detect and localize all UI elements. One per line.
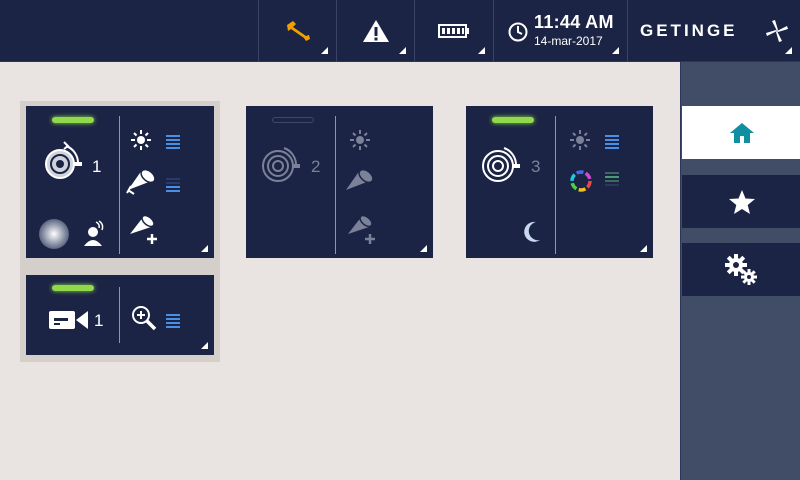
camera-card-1[interactable]: 1: [26, 275, 214, 355]
brightness-icon: [131, 130, 151, 150]
alarm-button[interactable]: [336, 0, 414, 62]
clock-icon: [508, 22, 528, 42]
brightness-level: [605, 135, 619, 151]
settings-button[interactable]: [682, 243, 800, 296]
brand-logo-text: GETINGE: [640, 21, 738, 40]
clock-button[interactable]: 11:44 AM 14-mar-2017: [493, 0, 627, 62]
spotlight-level: [166, 178, 180, 194]
battery-button[interactable]: [414, 0, 493, 62]
light-head-icon: [482, 147, 520, 182]
surgeon-icon: [84, 220, 104, 246]
light-card-1[interactable]: 1: [26, 106, 214, 258]
service-button[interactable]: [258, 0, 336, 62]
spotlight-plus-icon: [348, 214, 375, 244]
gears-icon: [724, 253, 757, 285]
star-icon: [728, 189, 755, 214]
favorites-button[interactable]: [682, 175, 800, 228]
color-ring-icon: [570, 170, 592, 192]
spotlight-plus-icon: [130, 214, 157, 244]
brightness-icon: [570, 130, 590, 150]
spotlight-icon: [346, 168, 374, 190]
light-head-icon: [262, 147, 300, 182]
right-nav-panel: [680, 62, 800, 480]
color-level: [605, 172, 619, 188]
status-indicator: [492, 117, 534, 123]
clock-time: 11:44 AM: [534, 12, 614, 32]
home-icon: [729, 122, 754, 143]
ambient-light-icon: [39, 219, 69, 249]
brand-button[interactable]: GETINGE: [627, 0, 800, 62]
getinge-logo-icon: [766, 20, 788, 42]
light-head-icon: [45, 141, 82, 179]
clock-date: 14-mar-2017: [534, 34, 603, 48]
camera-icon: [49, 311, 88, 329]
moon-icon: [524, 221, 540, 242]
brightness-level: [166, 135, 180, 151]
light-card-2[interactable]: 2: [246, 106, 433, 258]
status-indicator: [272, 117, 314, 123]
status-indicator: [52, 117, 94, 123]
warning-icon: [362, 20, 389, 42]
brightness-icon: [350, 130, 370, 150]
home-button[interactable]: [682, 106, 800, 159]
status-indicator: [52, 285, 94, 291]
camera-number: 1: [94, 311, 104, 330]
top-bar: 11:44 AM 14-mar-2017 GETINGE: [0, 0, 800, 62]
battery-icon: [438, 24, 469, 38]
light-number: 1: [92, 157, 102, 176]
zoom-icon: [132, 306, 157, 331]
spotlight-icon: [126, 168, 156, 195]
light-card-3[interactable]: 3: [466, 106, 653, 258]
light-number: 2: [311, 157, 321, 176]
light-number: 3: [531, 157, 541, 176]
zoom-level: [166, 314, 180, 330]
wrench-icon: [286, 21, 310, 41]
